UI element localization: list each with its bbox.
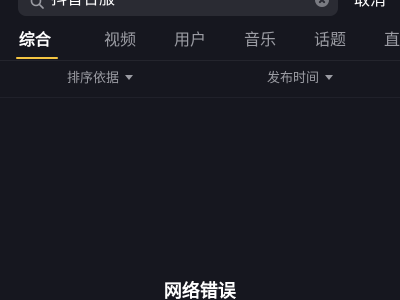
sort-filter-label: 排序依据	[67, 71, 120, 86]
search-bar-row: 抖音合服 取消	[0, 0, 400, 20]
clear-icon[interactable]	[315, 0, 329, 7]
caret-down-icon	[325, 75, 334, 80]
search-icon	[30, 0, 44, 9]
result-tabs: 综合 视频 用户 音乐 话题 直	[0, 26, 400, 60]
tab-topics[interactable]: 话题	[314, 29, 346, 51]
filter-divider	[0, 97, 400, 98]
tab-users[interactable]: 用户	[174, 29, 206, 51]
tab-music[interactable]: 音乐	[244, 29, 276, 51]
tab-live[interactable]: 直	[384, 29, 400, 51]
search-query-text: 抖音合服	[51, 0, 115, 9]
search-input[interactable]: 抖音合服	[18, 0, 338, 16]
tabs-divider	[0, 60, 400, 61]
tab-videos[interactable]: 视频	[104, 29, 136, 51]
network-error-message: 网络错误	[164, 281, 236, 300]
cancel-button[interactable]: 取消	[354, 0, 386, 11]
active-tab-indicator	[16, 57, 58, 59]
time-filter-label: 发布时间	[267, 71, 320, 86]
caret-down-icon	[125, 75, 134, 80]
sort-filter[interactable]: 排序依据	[67, 70, 134, 88]
time-filter[interactable]: 发布时间	[267, 70, 334, 88]
search-results-screen: 抖音合服 取消 综合 视频 用户 音乐 话题 直 排序依据 发布时间 网络错误	[0, 0, 400, 300]
tab-general[interactable]: 综合	[19, 29, 51, 51]
